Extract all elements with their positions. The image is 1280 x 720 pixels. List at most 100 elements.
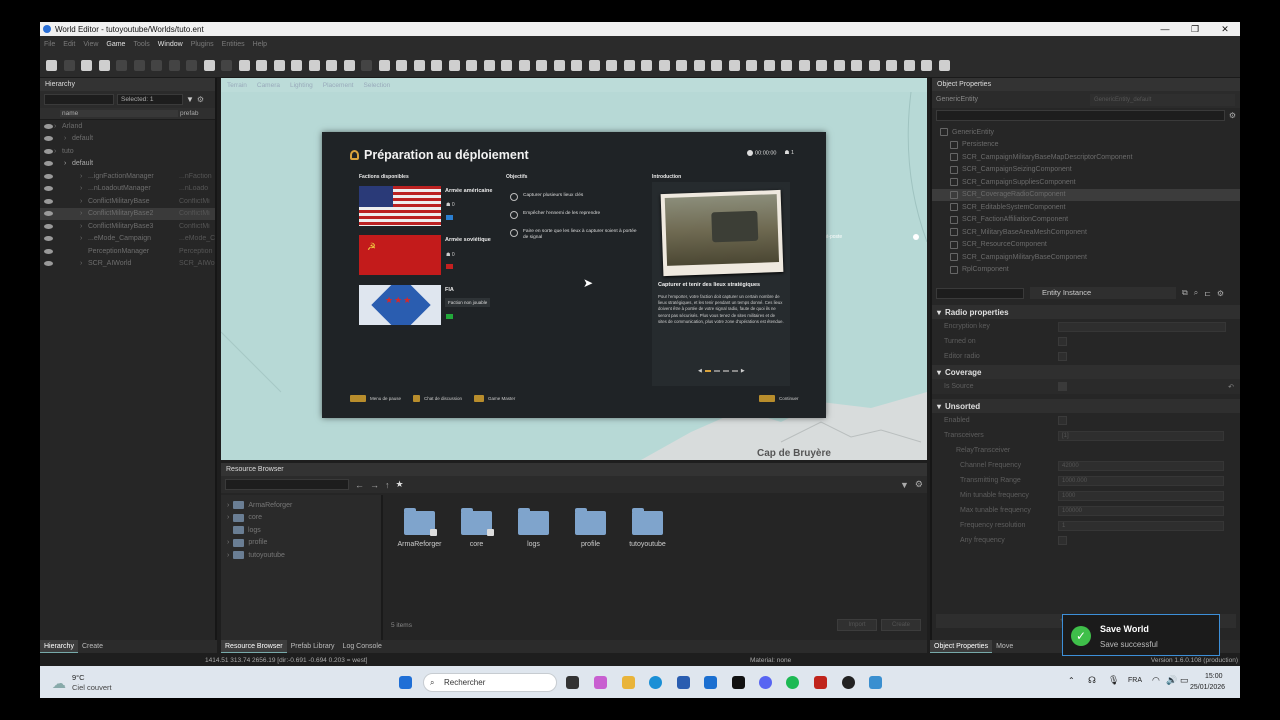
gear-icon[interactable]: ⚙ (1217, 289, 1224, 298)
weather-desc[interactable]: Ciel couvert (72, 683, 112, 692)
toolbar-tool-icon[interactable] (728, 59, 740, 71)
language-indicator[interactable]: FRA (1128, 677, 1142, 684)
section-radio-properties[interactable]: ▾ Radio properties (932, 305, 1240, 319)
toolbar-tool-icon[interactable] (763, 59, 775, 71)
toolbar-tool-icon[interactable] (466, 59, 477, 71)
visibility-eye-icon[interactable] (44, 248, 53, 254)
toolbar-tool-icon[interactable] (746, 59, 757, 71)
tab-move[interactable]: Move (992, 640, 1017, 653)
component-row[interactable]: SCR_CampaignMilitaryBaseComponent (932, 251, 1240, 264)
viewport-menu-selection[interactable]: Selection (364, 82, 391, 89)
toolbar-tool-icon[interactable] (816, 59, 827, 71)
visibility-eye-icon[interactable] (44, 161, 53, 167)
tree-item-armareforger[interactable]: › ArmaReforger (221, 499, 381, 512)
component-row[interactable]: SCR_MilitaryBaseAreaMeshComponent (932, 226, 1240, 239)
weather-temp[interactable]: 9°C (72, 673, 85, 682)
toolbar-tool-icon[interactable] (133, 59, 145, 71)
filezilla-icon[interactable] (814, 676, 827, 689)
encryption-key-input[interactable] (1058, 321, 1226, 332)
toolbar-tool-icon[interactable] (868, 59, 880, 71)
visibility-eye-icon[interactable] (44, 148, 53, 154)
obs-icon[interactable] (842, 676, 855, 689)
expand-arrow-icon[interactable]: › (64, 160, 66, 167)
maximize-button[interactable]: ❐ (1180, 24, 1210, 35)
hierarchy-row[interactable]: › tuto (40, 145, 215, 158)
toolbar-tool-icon[interactable] (711, 59, 722, 71)
menu-view[interactable]: View (79, 41, 102, 48)
expand-arrow-icon[interactable]: › (80, 198, 82, 205)
expand-arrow-icon[interactable]: › (80, 173, 82, 180)
gear-icon[interactable]: ⚙ (197, 95, 204, 104)
section-coverage[interactable]: ▾ Coverage (932, 365, 1240, 379)
tab-log-console[interactable]: Log Console (339, 640, 386, 653)
footer-pause-menu[interactable]: Menu de pause (350, 395, 401, 402)
frequency-resolution-input[interactable]: 1 (1058, 520, 1224, 531)
menu-game[interactable]: Game (102, 41, 129, 48)
expand-arrow-icon[interactable]: › (54, 123, 56, 130)
toolbar-tool-icon[interactable] (886, 59, 897, 71)
expand-arrow-icon[interactable]: › (64, 135, 66, 142)
is-source-checkbox[interactable] (1058, 382, 1067, 391)
component-row[interactable]: Persistence (932, 139, 1240, 152)
network-icon[interactable]: ☊ (1088, 675, 1096, 686)
toolbar-tool-icon[interactable] (46, 59, 57, 71)
up-arrow-icon[interactable]: ↑ (385, 480, 390, 490)
world-viewport[interactable]: Cap de Bruyère (Vaisa) Avant-poste Prépa… (221, 92, 927, 460)
minimize-button[interactable]: — (1150, 24, 1180, 35)
toolbar-tool-icon[interactable] (938, 59, 950, 71)
toolbar-tool-icon[interactable] (693, 59, 705, 71)
toolbar-tool-icon[interactable] (588, 59, 600, 71)
toolbar-tool-icon[interactable] (116, 59, 127, 71)
import-button[interactable]: Import (837, 619, 877, 631)
toolbar-tool-icon[interactable] (151, 59, 162, 71)
gear-icon[interactable]: ⚙ (1229, 111, 1236, 120)
save-toast[interactable]: ✓ Save World Save successful (1062, 614, 1220, 656)
discord-icon[interactable] (759, 676, 772, 689)
toolbar-tool-icon[interactable] (553, 59, 565, 71)
section-unsorted[interactable]: ▾ Unsorted (932, 399, 1240, 413)
menu-file[interactable]: File (40, 41, 59, 48)
faction-soviet-flag[interactable]: ☭ (359, 235, 441, 275)
resource-item-tutoyoutube[interactable]: tutoyoutube (619, 508, 676, 548)
expand-arrow-icon[interactable]: › (80, 210, 82, 217)
expand-arrow-icon[interactable]: › (80, 260, 82, 267)
viewport-menu-lighting[interactable]: Lighting (290, 82, 313, 89)
faction-fia-flag[interactable]: ★★★ (359, 285, 441, 325)
tree-item-logs[interactable]: logs (221, 524, 381, 537)
toolbar-tool-icon[interactable] (291, 59, 302, 71)
toolbar-tool-icon[interactable] (921, 59, 932, 71)
edge-icon[interactable] (649, 676, 662, 689)
expand-arrow-icon[interactable]: › (80, 185, 82, 192)
copilot-icon[interactable] (594, 676, 607, 689)
toolbar-tool-icon[interactable] (396, 59, 407, 71)
viewport-menu-camera[interactable]: Camera (257, 82, 280, 89)
toolbar-tool-icon[interactable] (431, 59, 442, 71)
forward-arrow-icon[interactable]: → (370, 480, 379, 490)
toolbar-tool-icon[interactable] (63, 59, 75, 71)
entity-instance-select[interactable]: Entity Instance (1030, 287, 1176, 299)
faction-us-flag[interactable] (359, 186, 441, 226)
spotify-icon[interactable] (786, 676, 799, 689)
toolbar-tool-icon[interactable] (623, 59, 635, 71)
column-prefab[interactable]: prefab (178, 110, 198, 117)
toolbar-tool-icon[interactable] (501, 59, 512, 71)
filter-icon[interactable]: ▼ (900, 480, 909, 490)
field-relay-transceiver[interactable]: RelayTransceiver (932, 443, 1240, 458)
windows-start-icon[interactable] (399, 676, 412, 689)
next-arrow-icon[interactable]: ▶ (741, 368, 745, 374)
reset-icon[interactable]: ↶ (1228, 383, 1234, 391)
visibility-eye-icon[interactable] (44, 223, 53, 229)
editor-radio-checkbox[interactable] (1058, 352, 1067, 361)
visibility-eye-icon[interactable] (44, 211, 53, 217)
clock-date[interactable]: 25/01/2026 (1190, 684, 1225, 691)
toolbar-tool-icon[interactable] (641, 59, 652, 71)
hierarchy-row[interactable]: › Arland (40, 120, 215, 133)
menu-window[interactable]: Window (154, 41, 187, 48)
toolbar-tool-icon[interactable] (343, 59, 355, 71)
tree-item-profile[interactable]: › profile (221, 537, 381, 550)
toolbar-tool-icon[interactable] (658, 59, 670, 71)
tree-item-tutoyoutube[interactable]: › tutoyoutube (221, 549, 381, 562)
hierarchy-icon[interactable]: ⊏ (1204, 289, 1211, 298)
tray-chevron-icon[interactable]: ⌃ (1068, 676, 1075, 685)
transmitting-range-input[interactable]: 1000.000 (1058, 475, 1224, 486)
